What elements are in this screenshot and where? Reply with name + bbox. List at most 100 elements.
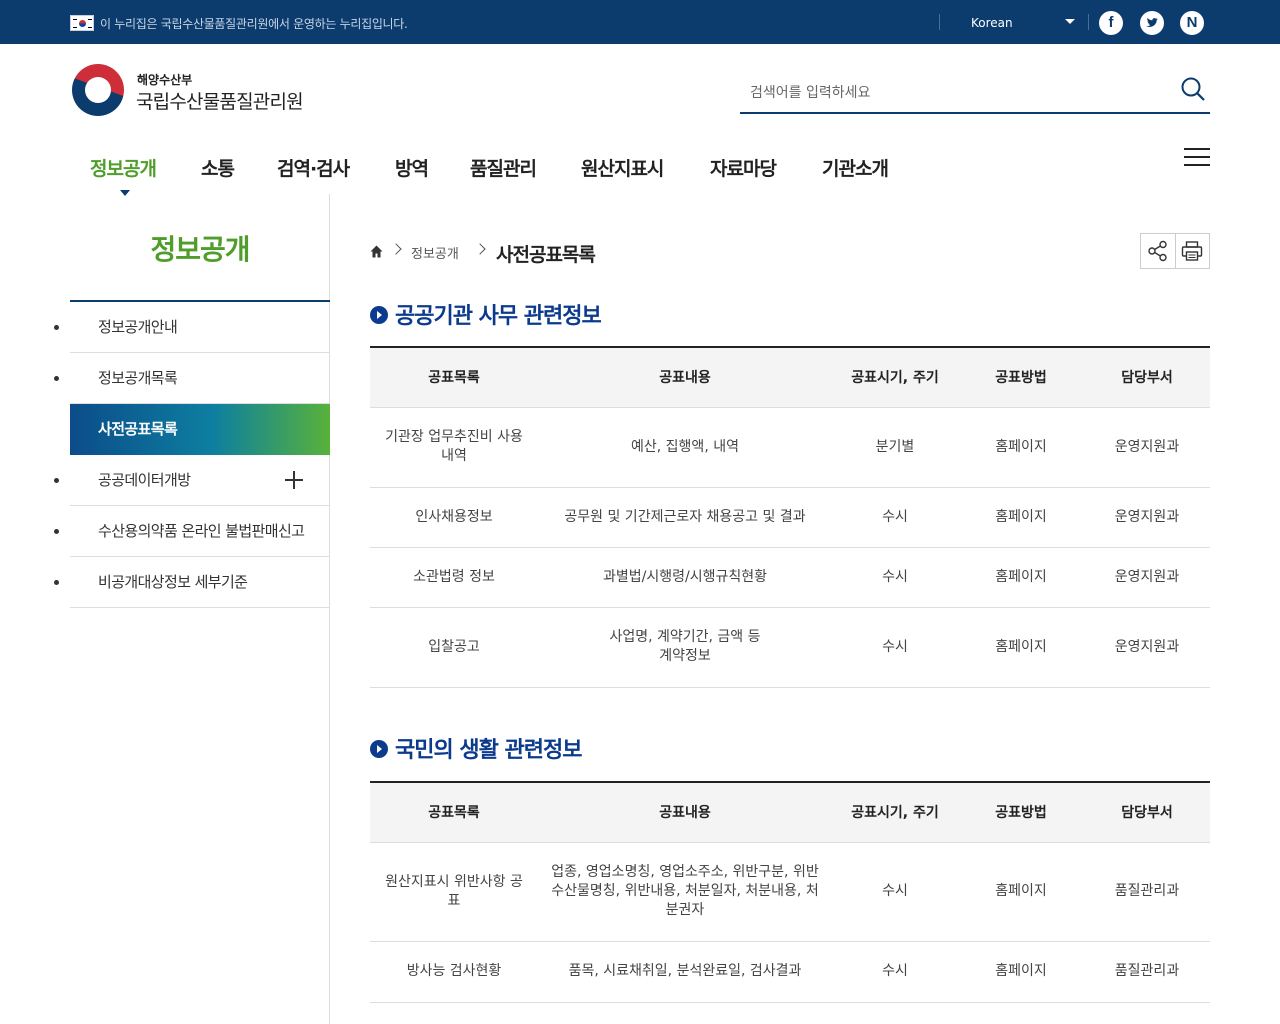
page-title: 사전공표목록 <box>496 244 596 266</box>
bullet-icon <box>370 306 388 324</box>
nav-about[interactable]: 기관소개 <box>822 154 889 181</box>
table-row: 인사채용정보 공무원 및 기간제근로자 채용공고 및 결과 수시 홈페이지 운영지원과 <box>370 487 1210 548</box>
chevron-down-icon[interactable] <box>1065 19 1075 24</box>
column-header: 공표내용 <box>538 347 832 408</box>
search-icon[interactable] <box>1180 76 1206 102</box>
nav-quarantine-inspection[interactable]: 검역·검사 <box>277 154 350 181</box>
ministry-name[interactable]: 해양수산부 <box>137 71 192 88</box>
table-cell: 운영지원과 <box>1084 407 1210 488</box>
table-cell: 업종, 영업소명칭, 영업소주소, 위반구분, 위반 수산물명칭, 위반내용, … <box>538 842 832 942</box>
column-header: 공표목록 <box>370 347 538 408</box>
nav-resources[interactable]: 자료마당 <box>710 154 777 181</box>
table-cell: 기관장 업무추진비 사용 내역 <box>370 407 538 488</box>
active-nav-indicator <box>120 190 130 196</box>
table-cell: 운영지원과 <box>1084 487 1210 548</box>
nav-communication[interactable]: 소통 <box>201 154 235 181</box>
table-cell: 예산, 집행액, 내역 <box>538 407 832 488</box>
side-menu-item-public-data[interactable]: 공공데이터개방 <box>70 455 330 506</box>
table-cell: 입찰공고 <box>370 607 538 688</box>
column-header: 공표목록 <box>370 782 538 843</box>
table-cell: 분기별 <box>832 407 958 488</box>
table-cell: 수시 <box>832 487 958 548</box>
divider <box>939 14 940 30</box>
table-cell: 운영지원과 <box>1084 547 1210 608</box>
hamburger-menu-icon[interactable] <box>1184 148 1210 168</box>
column-header: 공표시기, 주기 <box>832 782 958 843</box>
table-cell: 수시 <box>832 941 958 1003</box>
table-cell: 홈페이지 <box>958 487 1084 548</box>
divider <box>1088 14 1089 30</box>
share-icon[interactable] <box>1147 240 1169 262</box>
side-menu-item[interactable]: 수산용의약품 온라인 불법판매신고 <box>70 506 330 557</box>
table-row: 입찰공고 사업명, 계약기간, 금액 등 계약정보 수시 홈페이지 운영지원과 <box>370 607 1210 688</box>
top-bar: 이 누리집은 국립수산물품질관리원에서 운영하는 누리집입니다. Korean … <box>0 0 1280 44</box>
table-cell: 과별법/시행령/시행규칙현황 <box>538 547 832 608</box>
table-cell: 방사능 검사현황 <box>370 941 538 1003</box>
twitter-icon[interactable] <box>1140 11 1164 35</box>
search-box <box>740 72 1210 114</box>
side-menu: 정보공개안내 정보공개목록 사전공표목록 공공데이터개방 수산용의약품 온라인 … <box>70 300 330 608</box>
column-header: 공표시기, 주기 <box>832 347 958 408</box>
chevron-right-icon <box>474 243 486 255</box>
table-header-row: 공표목록 공표내용 공표시기, 주기 공표방법 담당부서 <box>370 347 1210 408</box>
home-icon[interactable] <box>370 245 383 258</box>
table-cell: 인사채용정보 <box>370 487 538 548</box>
table-cell: 홈페이지 <box>958 941 1084 1003</box>
table-row: 원산지표시 위반사항 공 표 업종, 영업소명칭, 영업소주소, 위반구분, 위반… <box>370 842 1210 942</box>
table-header-row: 공표목록 공표내용 공표시기, 주기 공표방법 담당부서 <box>370 782 1210 843</box>
search-input[interactable] <box>750 81 1170 105</box>
nav-origin-labeling[interactable]: 원산지표시 <box>581 154 664 181</box>
naver-icon[interactable]: N <box>1180 11 1204 35</box>
table-cell: 홈페이지 <box>958 607 1084 688</box>
table-cell: 품질관리과 <box>1084 842 1210 942</box>
side-menu-item-active[interactable]: 사전공표목록 <box>70 404 330 455</box>
print-icon[interactable] <box>1181 240 1203 262</box>
plus-icon[interactable] <box>285 471 303 489</box>
table-cell: 홈페이지 <box>958 547 1084 608</box>
korean-flag-icon <box>70 15 94 31</box>
breadcrumb-level1[interactable]: 정보공개 <box>411 243 459 262</box>
section-title-text: 국민의 생활 관련정보 <box>395 738 582 763</box>
table-cell: 사업명, 계약기간, 금액 등 계약정보 <box>538 607 832 688</box>
column-header: 공표방법 <box>958 782 1084 843</box>
page-utilities <box>1140 233 1210 269</box>
lnb-title: 정보공개 <box>150 233 250 266</box>
table-cell: 수시 <box>832 842 958 942</box>
table-cell: 원산지표시 위반사항 공 표 <box>370 842 538 942</box>
side-menu-item[interactable]: 비공개대상정보 세부기준 <box>70 557 330 608</box>
table-row: 방사능 검사현황 품목, 시료채취일, 분석완료일, 검사결과 수시 홈페이지 품질관리… <box>370 941 1210 1003</box>
chevron-right-icon <box>390 243 402 255</box>
section-title-text: 공공기관 사무 관련정보 <box>395 304 602 329</box>
government-logo-icon[interactable] <box>72 64 124 116</box>
disclosure-table: 공표목록 공표내용 공표시기, 주기 공표방법 담당부서 기관장 업무추진비 사… <box>370 346 1210 688</box>
column-header: 담당부서 <box>1084 782 1210 843</box>
table-cell: 품목, 시료채취일, 분석완료일, 검사결과 <box>538 941 832 1003</box>
table-row: 소관법령 정보 과별법/시행령/시행규칙현황 수시 홈페이지 운영지원과 <box>370 547 1210 608</box>
table-cell: 운영지원과 <box>1084 607 1210 688</box>
table-cell: 수시 <box>832 607 958 688</box>
column-header: 공표방법 <box>958 347 1084 408</box>
table-cell: 공무원 및 기간제근로자 채용공고 및 결과 <box>538 487 832 548</box>
table-cell: 품질관리과 <box>1084 941 1210 1003</box>
disclosure-table: 공표목록 공표내용 공표시기, 주기 공표방법 담당부서 원산지표시 위반사항 … <box>370 781 1210 1003</box>
bullet-icon <box>370 740 388 758</box>
language-select[interactable]: Korean <box>971 16 1013 30</box>
nav-prevention[interactable]: 방역 <box>395 154 429 181</box>
table-cell: 홈페이지 <box>958 842 1084 942</box>
column-header: 공표내용 <box>538 782 832 843</box>
side-menu-label: 공공데이터개방 <box>98 471 191 489</box>
section-title: 국민의 생활 관련정보 <box>370 732 582 764</box>
nav-quality-control[interactable]: 품질관리 <box>470 154 537 181</box>
org-name[interactable]: 국립수산물품질관리원 <box>136 87 304 114</box>
table-cell: 수시 <box>832 547 958 608</box>
side-menu-item[interactable]: 정보공개목록 <box>70 353 330 404</box>
side-menu-item[interactable]: 정보공개안내 <box>70 302 330 353</box>
government-site-notice: 이 누리집은 국립수산물품질관리원에서 운영하는 누리집입니다. <box>100 17 408 31</box>
facebook-icon[interactable]: f <box>1099 11 1123 35</box>
section-title: 공공기관 사무 관련정보 <box>370 298 602 330</box>
table-row: 기관장 업무추진비 사용 내역 예산, 집행액, 내역 분기별 홈페이지 운영지원과 <box>370 407 1210 488</box>
table-cell: 홈페이지 <box>958 407 1084 488</box>
nav-info-disclosure[interactable]: 정보공개 <box>90 154 157 181</box>
table-cell: 소관법령 정보 <box>370 547 538 608</box>
column-header: 담당부서 <box>1084 347 1210 408</box>
